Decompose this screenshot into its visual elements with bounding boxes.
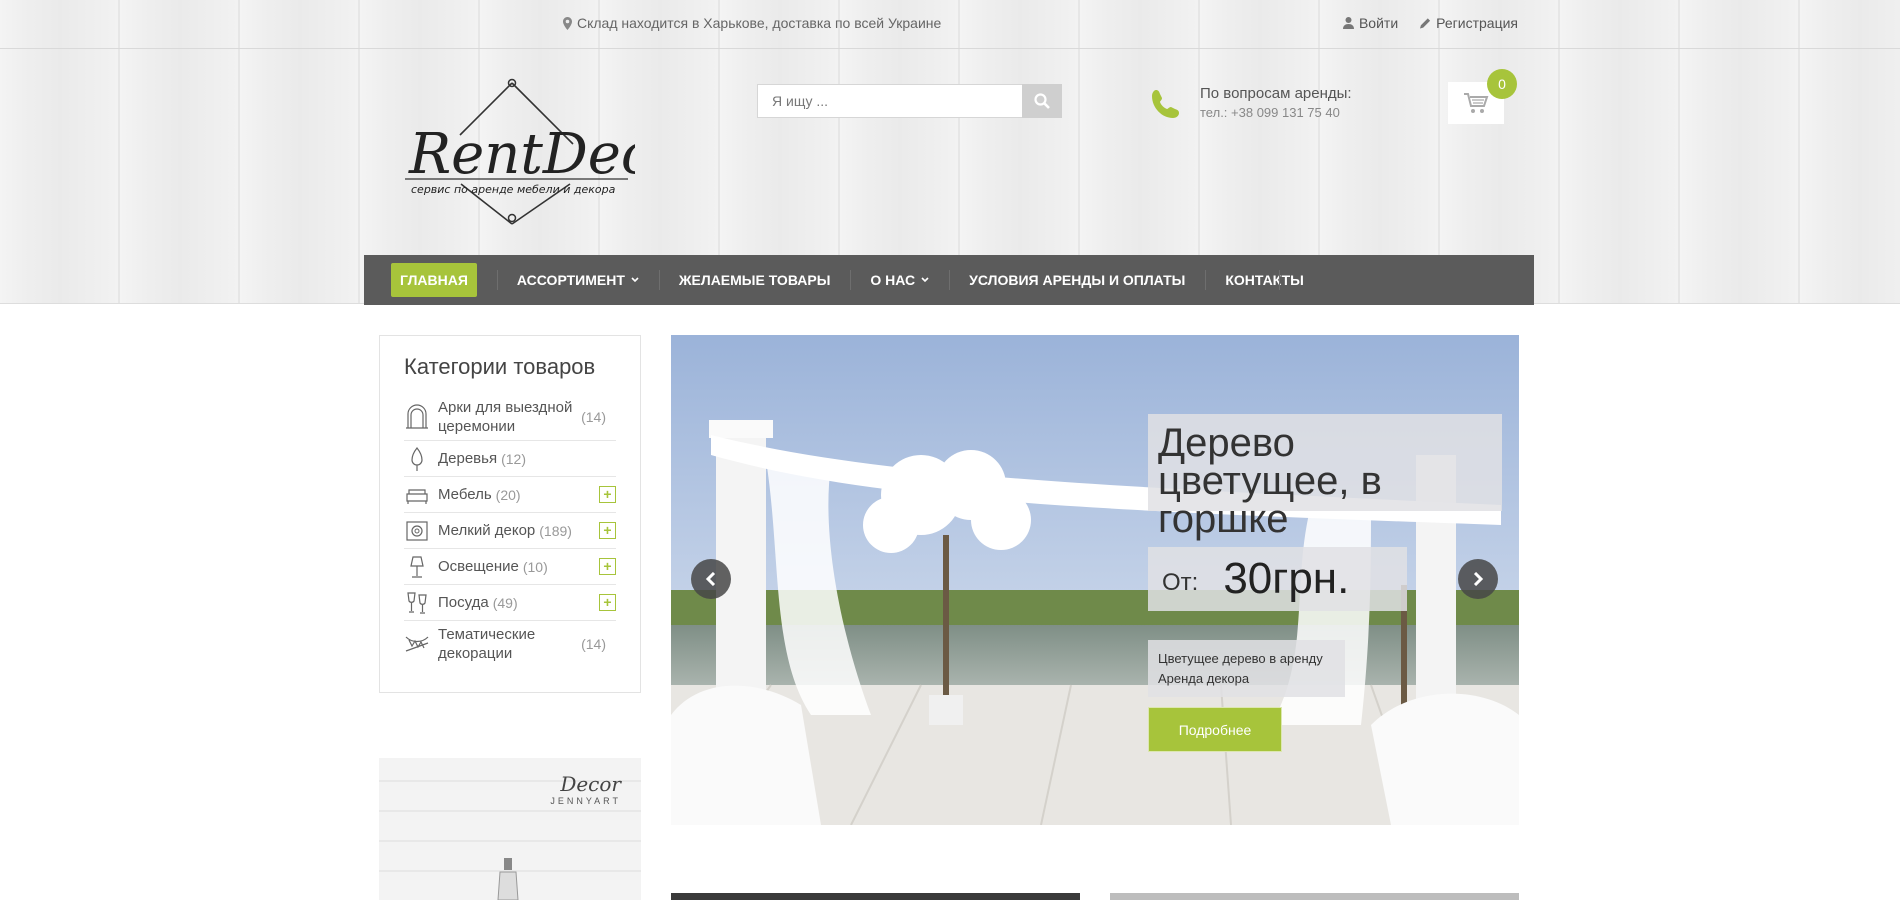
category-item[interactable]: Деревья (12) (404, 441, 616, 477)
slide-title: Дерево цветущее, в горшке (1148, 414, 1502, 539)
expand-plus-icon[interactable]: + (599, 558, 616, 575)
category-count: (49) (492, 594, 518, 611)
expand-plus-icon[interactable]: + (599, 522, 616, 539)
chevron-down-icon (921, 277, 929, 283)
category-item[interactable]: Арки для выездной церемонии (14) (404, 394, 616, 441)
banner-brand: Decor (560, 772, 621, 796)
sofa-icon (406, 488, 428, 504)
chevron-left-icon (705, 572, 716, 586)
search-button[interactable] (1022, 84, 1062, 118)
category-item[interactable]: Тематические декорации (14) (404, 621, 616, 667)
register-label: Регистрация (1436, 15, 1518, 31)
nav-home[interactable]: ГЛАВНАЯ (391, 255, 477, 305)
category-label: Освещение (438, 558, 519, 575)
categories-panel: Категории товаров Арки для выездной цере… (379, 335, 641, 693)
tree-icon (411, 446, 423, 471)
rental-contact: По вопросам аренды: тел.: +38 099 131 75… (1150, 85, 1352, 120)
user-icon (1342, 17, 1354, 29)
cart-icon (1464, 93, 1489, 113)
location-note: Склад находится в Харькове, доставка по … (563, 15, 941, 31)
nav-assortment-label: АССОРТИМЕНТ (516, 272, 625, 288)
price-value: 30грн. (1223, 554, 1350, 603)
category-count: (14) (581, 409, 606, 425)
slide-desc-line: Цветущее дерево в аренду (1158, 651, 1323, 666)
main-nav: ГЛАВНАЯ АССОРТИМЕНТ ЖЕЛАЕМЫЕ ТОВАРЫ О НА… (364, 255, 1534, 305)
logo-emblem: RentDeco сервис по аренде мебели и декор… (405, 78, 686, 225)
nav-contacts-label: КОНТАКТЫ (1225, 272, 1304, 288)
slide-price: От: 30грн. (1148, 547, 1407, 611)
nav-about-label: О НАС (870, 272, 916, 288)
contact-phone[interactable]: тел.: +38 099 131 75 40 (1200, 105, 1352, 120)
price-prefix: От: (1162, 569, 1199, 596)
product-thumbnail[interactable] (671, 893, 1080, 900)
category-label: Деревья (438, 450, 498, 467)
promo-banner[interactable]: Decor JENNYART (379, 758, 641, 900)
logo-name: RentDeco (408, 122, 635, 187)
category-label: Посуда (438, 594, 489, 611)
category-label: Тематические декорации (438, 626, 536, 662)
nav-wishlist-label: ЖЕЛАЕМЫЕ ТОВАРЫ (678, 272, 831, 288)
categories-title: Категории товаров (404, 354, 596, 379)
nav-about[interactable]: О НАС (850, 255, 949, 305)
slider-next-button[interactable] (1458, 559, 1498, 599)
product-thumbnail[interactable] (1110, 893, 1519, 900)
nav-divider (1279, 270, 1280, 290)
search-icon (1034, 93, 1050, 109)
nav-terms[interactable]: УСЛОВИЯ АРЕНДЫ И ОПЛАТЫ (949, 255, 1205, 305)
category-count: (189) (539, 522, 572, 539)
category-item[interactable]: Освещение (10) + (404, 549, 616, 585)
expand-plus-icon[interactable]: + (599, 486, 616, 503)
search-bar (757, 84, 1062, 118)
slide-description: Цветущее дерево в аренду Аренда декора (1148, 640, 1345, 697)
map-pin-icon (563, 16, 572, 30)
banner-brand-sub: JENNYART (550, 796, 621, 806)
bottle-image (497, 858, 519, 900)
category-label: Мелкий декор (438, 522, 536, 539)
category-count: (20) (495, 486, 521, 503)
expand-plus-icon[interactable]: + (599, 594, 616, 611)
lamp-icon (410, 555, 424, 578)
nav-contacts[interactable]: КОНТАКТЫ (1205, 255, 1323, 305)
contact-title: По вопросам аренды: (1200, 85, 1352, 102)
slider-prev-button[interactable] (691, 559, 731, 599)
hero-slider: Дерево цветущее, в горшке От: 30грн. Цве… (671, 335, 1519, 825)
category-item[interactable]: Мелкий декор (189) + (404, 513, 616, 549)
glasses-icon (407, 591, 427, 614)
slide-desc-line: Аренда декора (1158, 671, 1250, 686)
auth-links: Войти Регистрация (1342, 15, 1518, 31)
location-text: Склад находится в Харькове, доставка по … (577, 15, 942, 31)
slide-more-button[interactable]: Подробнее (1148, 707, 1282, 752)
chevron-right-icon (1473, 572, 1484, 586)
chevron-down-icon (631, 277, 639, 283)
category-item[interactable]: Посуда (49) + (404, 585, 616, 621)
decor-frame-icon (406, 520, 428, 541)
nav-terms-label: УСЛОВИЯ АРЕНДЫ И ОПЛАТЫ (969, 272, 1186, 288)
site-logo[interactable]: RentDeco сервис по аренде мебели и декор… (405, 78, 686, 230)
nav-home-label: ГЛАВНАЯ (391, 263, 477, 297)
login-link[interactable]: Войти (1342, 15, 1399, 31)
nav-assortment[interactable]: АССОРТИМЕНТ (496, 255, 659, 305)
login-label: Войти (1358, 15, 1399, 31)
arch-icon (406, 404, 428, 429)
cart-count-badge: 0 (1487, 69, 1517, 99)
garland-icon (405, 636, 429, 652)
register-link[interactable]: Регистрация (1420, 15, 1518, 31)
category-count: (12) (501, 450, 526, 467)
category-label: Арки для выездной церемонии (438, 399, 573, 435)
category-item[interactable]: Мебель (20) + (404, 477, 616, 513)
topbar-divider (0, 48, 1900, 49)
pencil-icon (1420, 18, 1431, 29)
category-count: (14) (581, 636, 606, 652)
search-input[interactable] (757, 84, 1022, 118)
nav-wishlist[interactable]: ЖЕЛАЕМЫЕ ТОВАРЫ (658, 255, 851, 305)
logo-tagline: сервис по аренде мебели и декора (411, 183, 616, 196)
category-label: Мебель (438, 486, 492, 503)
phone-icon (1152, 90, 1179, 118)
category-count: (10) (522, 558, 548, 575)
